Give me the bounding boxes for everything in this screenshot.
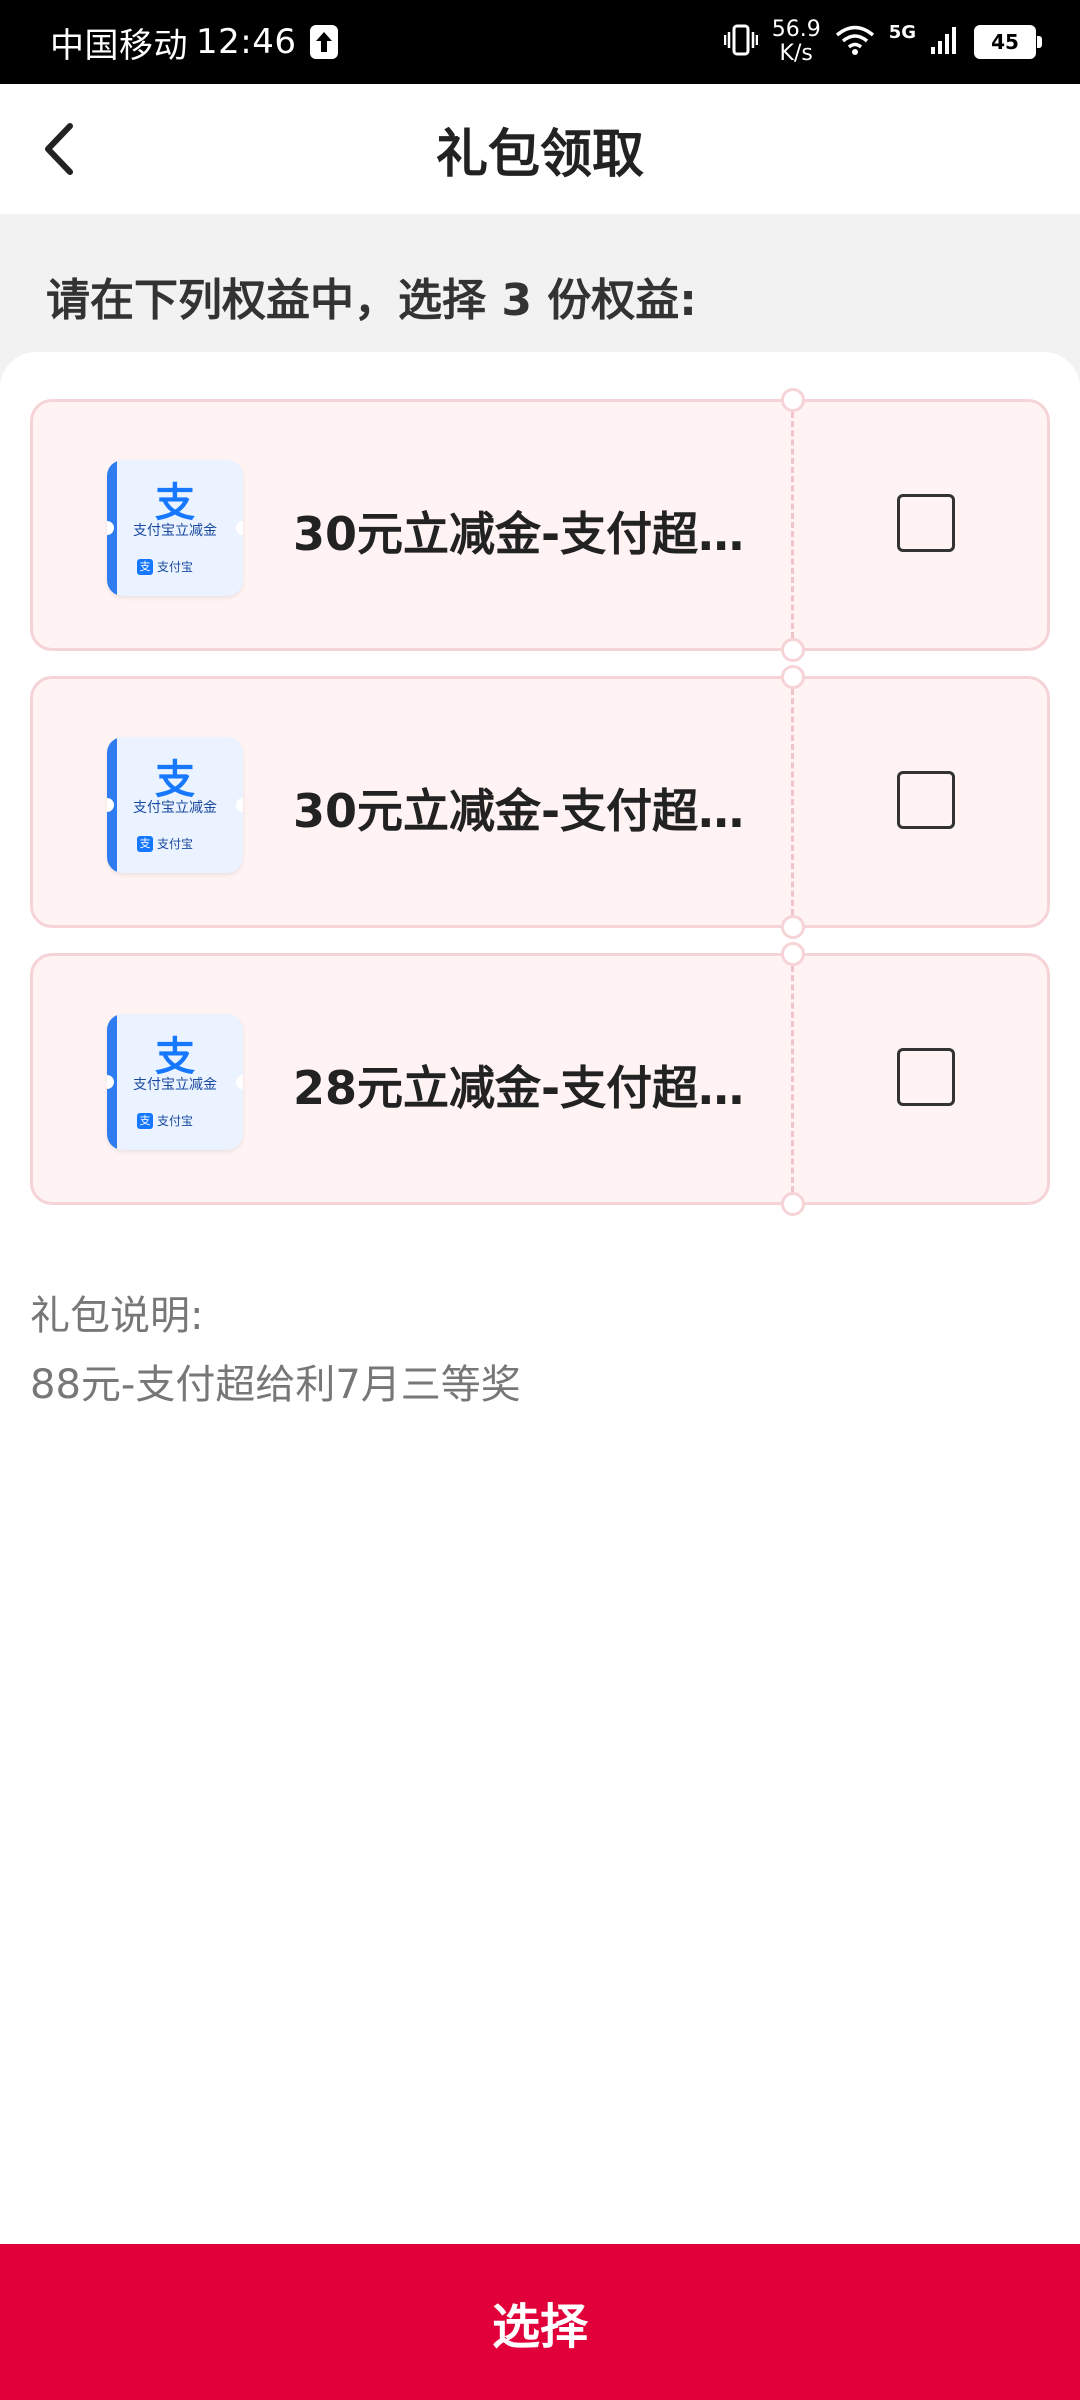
network-speed: 56.9 K/s bbox=[772, 18, 821, 66]
coupon-name: 28元立减金-支付超给利7月三等奖 bbox=[293, 1061, 773, 1115]
coupon-notch bbox=[781, 665, 805, 689]
network-speed-value: 56.9 bbox=[771, 17, 821, 42]
alipay-mini-icon: 支 bbox=[137, 558, 153, 575]
coupon-notch bbox=[781, 942, 805, 966]
alipay-mini-icon: 支 bbox=[137, 835, 153, 852]
upload-arrow-icon bbox=[310, 25, 339, 59]
coupon-item[interactable]: 支 支付宝立减金 支 支付宝 30元立减金-支付超给利7月三等奖 bbox=[30, 388, 1050, 662]
coupon-checkbox[interactable] bbox=[897, 1048, 955, 1106]
selection-instruction: 请在下列权益中，选择 3 份权益: bbox=[46, 275, 697, 326]
logo-brand: 支 支付宝 bbox=[137, 835, 193, 852]
alipay-mini-icon: 支 bbox=[137, 1112, 153, 1129]
select-button[interactable]: 选择 bbox=[0, 2244, 1080, 2400]
battery-indicator: 45 bbox=[974, 25, 1042, 59]
coupon-notch bbox=[781, 388, 805, 412]
logo-brand: 支 支付宝 bbox=[137, 1112, 193, 1129]
network-speed-unit: K/s bbox=[779, 41, 813, 66]
coupon-checkbox[interactable] bbox=[897, 771, 955, 829]
logo-brand-name: 支付宝 bbox=[157, 1114, 194, 1128]
alipay-coupon-logo: 支 支付宝立减金 支 支付宝 bbox=[107, 1014, 243, 1150]
coupon-item[interactable]: 支 支付宝立减金 支 支付宝 28元立减金-支付超给利7月三等奖 bbox=[30, 942, 1050, 1216]
coupon-notch bbox=[781, 1192, 805, 1216]
status-left: 中国移动 12:46 bbox=[50, 0, 339, 84]
network-type: 5G bbox=[888, 22, 916, 43]
logo-brand: 支 支付宝 bbox=[137, 558, 193, 575]
coupon-divider bbox=[791, 689, 794, 915]
back-button[interactable] bbox=[30, 119, 90, 179]
page-title: 礼包领取 bbox=[435, 124, 644, 185]
alipay-coupon-logo: 支 支付宝立减金 支 支付宝 bbox=[107, 737, 243, 873]
chevron-left-icon bbox=[45, 123, 73, 175]
carrier-name: 中国移动 bbox=[50, 25, 188, 66]
status-time: 12:46 bbox=[196, 22, 297, 62]
coupon-divider bbox=[791, 966, 794, 1192]
logo-caption: 支付宝立减金 bbox=[133, 523, 217, 539]
package-description-label: 礼包说明: bbox=[30, 1293, 204, 1339]
logo-caption: 支付宝立减金 bbox=[133, 1077, 217, 1093]
logo-caption: 支付宝立减金 bbox=[133, 800, 217, 816]
alipay-coupon-logo: 支 支付宝立减金 支 支付宝 bbox=[107, 460, 243, 596]
status-bar: 中国移动 12:46 56.9 K/s 5G 45 bbox=[0, 0, 1080, 84]
coupon-notch bbox=[781, 915, 805, 939]
coupon-item[interactable]: 支 支付宝立减金 支 支付宝 30元立减金-支付超给利7月三等奖 bbox=[30, 665, 1050, 939]
coupon-checkbox[interactable] bbox=[897, 494, 955, 552]
coupon-name: 30元立减金-支付超给利7月三等奖 bbox=[293, 784, 773, 838]
coupon-divider bbox=[791, 412, 794, 638]
logo-brand-name: 支付宝 bbox=[157, 560, 194, 574]
signal-icon bbox=[930, 25, 960, 59]
status-right: 56.9 K/s 5G 45 bbox=[723, 0, 1042, 84]
wifi-icon bbox=[835, 24, 875, 60]
vibrate-icon bbox=[723, 22, 758, 62]
logo-brand-name: 支付宝 bbox=[157, 837, 194, 851]
header: 礼包领取 bbox=[0, 84, 1080, 214]
coupon-notch bbox=[781, 638, 805, 662]
package-description-text: 88元-支付超给利7月三等奖 bbox=[30, 1362, 521, 1408]
coupon-name: 30元立减金-支付超给利7月三等奖 bbox=[293, 507, 773, 561]
